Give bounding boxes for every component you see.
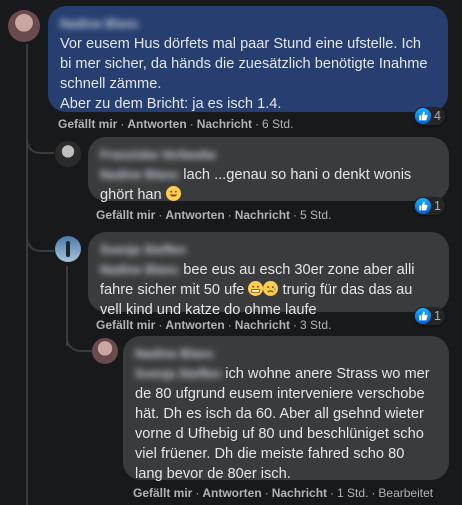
comment-text-line: bee eus au esch 30er zone aber alli [183,262,415,278]
sad-emoji-icon [263,281,279,296]
like-icon [415,108,431,124]
thread-connector-2 [26,220,54,252]
comment-text-line: ich wohne anere Strass wo mer [225,366,430,382]
edited-label: Bearbeitet [378,486,434,500]
comment-actions: Gefällt mir · Antworten · Nachricht · 6 Std. [58,117,294,131]
comment-bubble: Svenja Steffen Nadine Blanc bee eus au e… [88,232,449,318]
comment-text-line: de 80 ufgrund eusem interveniere verscho… [135,386,425,402]
comment-author[interactable]: Nadine Blanc [135,344,437,364]
comment-actions: Gefällt mir · Antworten · Nachricht · 3 Std. [96,318,332,332]
message-link[interactable]: Nachricht [235,318,290,332]
rofl-emoji-icon [165,186,181,201]
comment-text-line: schnell zämme. [60,76,162,92]
reply-link[interactable]: Antworten [165,208,224,222]
comment-bubble: Franziska Verbeeke Nadine Blanc lach ...… [88,137,449,203]
avatar[interactable] [55,236,81,262]
thread-connector-3 [66,316,92,352]
avatar[interactable] [92,338,118,364]
comment-actions: Gefällt mir · Antworten · Nachricht · 1 Std. · B… [133,486,434,500]
comment-text-line: lach ...genau so hani o denkt wonis [183,167,412,183]
person-silhouette-icon [66,241,70,257]
comment-text-line: Vor eusem Hus dörfets mal paar Stund ein… [60,36,421,52]
message-link[interactable]: Nachricht [272,486,327,500]
reaction-count: 1 [434,309,441,323]
reply-link[interactable]: Antworten [165,318,224,332]
reaction-count: 1 [434,199,441,213]
like-link[interactable]: Gefällt mir [96,318,155,332]
mention-link[interactable]: Nadine Blanc [100,168,179,182]
comment-actions: Gefällt mir · Antworten · Nachricht · 5 Std. [96,208,332,222]
like-icon [415,198,431,214]
comment-text-line: trurig für das das au [282,282,413,298]
reaction-count: 4 [434,109,441,123]
message-link[interactable]: Nachricht [197,117,252,131]
message-link[interactable]: Nachricht [235,208,290,222]
avatar[interactable] [8,10,40,42]
timestamp[interactable]: 1 Std. [337,486,368,500]
comment-author[interactable]: Svenja Steffen [100,240,437,260]
comment-bubble: Nadine Blanc Svenja Steffen ich wohne an… [123,336,449,482]
thread-line-main [26,44,28,505]
comment-text-line: vorne d Ufhebig uf 80 und beschlüniget s… [135,426,424,442]
avatar[interactable] [55,141,81,167]
comment-text-line: fahre sicher mit 50 ufe [100,282,245,298]
comment-text-line: bi mer sicher, da händs die zuesätzlich … [60,56,428,72]
reaction-badge[interactable]: 1 [414,197,445,215]
reaction-badge[interactable]: 4 [414,107,445,125]
comment-text-line: Aber zu dem Bricht: ja es isch 1.4. [60,96,282,112]
timestamp[interactable]: 3 Std. [300,318,331,332]
like-link[interactable]: Gefällt mir [133,486,192,500]
comment-text-line: ghört han [100,187,162,203]
timestamp[interactable]: 6 Std. [262,117,293,131]
comment-author[interactable]: Franziska Verbeeke [100,145,437,165]
comment-text-line: viel früener. Dh die meiste fahred scho … [135,446,405,462]
comment-author[interactable]: Nadine Blanc [60,14,436,34]
comment-text-line: lang bevor de 80er isch. [135,466,291,482]
comment-text-line: vell kind und katze do ohme laufe [100,302,317,318]
grimacing-emoji-icon [248,281,264,296]
comment-text-line: hät. Dh es isch da 60. Aber all gsehnd w… [135,406,424,422]
like-link[interactable]: Gefällt mir [96,208,155,222]
like-link[interactable]: Gefällt mir [58,117,117,131]
mention-link[interactable]: Svenja Steffen [135,367,221,381]
reply-link[interactable]: Antworten [202,486,261,500]
reply-link[interactable]: Antworten [127,117,186,131]
comment-bubble: Nadine Blanc Vor eusem Hus dörfets mal p… [48,6,448,112]
timestamp[interactable]: 5 Std. [300,208,331,222]
like-icon [415,308,431,324]
reaction-badge[interactable]: 1 [414,307,445,325]
thread-connector-1 [26,120,54,154]
mention-link[interactable]: Nadine Blanc [100,263,179,277]
